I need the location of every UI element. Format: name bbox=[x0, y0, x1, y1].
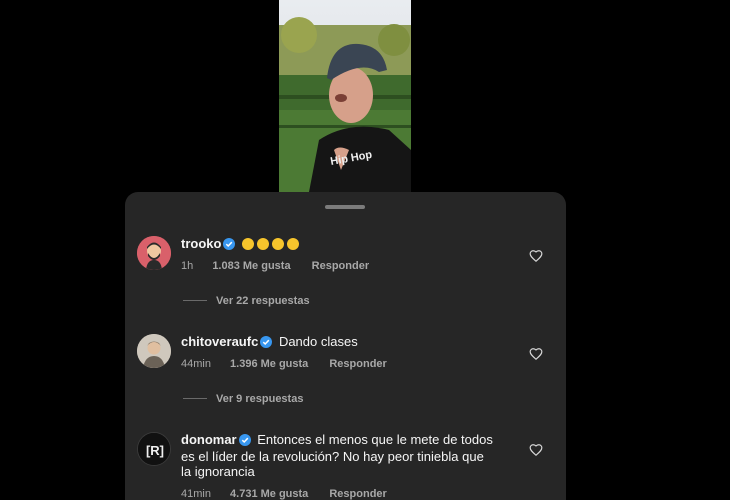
reply-button[interactable]: Responder bbox=[329, 358, 386, 370]
comment-username[interactable]: chitoveraufc bbox=[181, 334, 258, 349]
comment-meta: 1h 1.083 Me gusta Responder bbox=[181, 260, 511, 272]
likes-count[interactable]: 1.083 Me gusta bbox=[212, 260, 290, 272]
view-replies-label: Ver 22 respuestas bbox=[216, 295, 310, 307]
man-photo-avatar[interactable] bbox=[137, 334, 171, 368]
avatar-logo-text: [R] bbox=[146, 443, 164, 458]
view-replies-button[interactable]: Ver 22 respuestas bbox=[183, 295, 310, 307]
comment-meta: 44min 1.396 Me gusta Responder bbox=[181, 358, 511, 370]
verified-badge-icon bbox=[238, 434, 251, 449]
bearded-man-avatar[interactable] bbox=[137, 236, 171, 270]
comment-text-line-1: Entonces el menos que le mete de todos bbox=[257, 432, 493, 447]
drag-handle[interactable] bbox=[325, 205, 365, 209]
heart-icon[interactable] bbox=[529, 443, 543, 457]
comment-username[interactable]: trooko bbox=[181, 236, 221, 251]
likes-count[interactable]: 1.396 Me gusta bbox=[230, 358, 308, 370]
comment-text-line-2: es el líder de la revolución? No hay peo… bbox=[181, 449, 484, 464]
replies-divider bbox=[183, 398, 207, 399]
verified-badge-icon bbox=[260, 336, 273, 351]
comment-body: trooko 1h 1.083 Me gusta Responder bbox=[181, 236, 511, 272]
verified-badge-icon bbox=[223, 238, 236, 253]
heart-icon[interactable] bbox=[529, 347, 543, 361]
emoji-astonished-icon bbox=[242, 238, 255, 250]
view-replies-label: Ver 9 respuestas bbox=[216, 393, 304, 405]
comment-body: donomar Entonces el menos que le mete de… bbox=[181, 432, 516, 500]
emoji-laughing-icon bbox=[257, 238, 270, 250]
reply-button[interactable]: Responder bbox=[312, 260, 369, 272]
reply-button[interactable]: Responder bbox=[329, 488, 386, 500]
comment-time: 41min bbox=[181, 488, 211, 500]
comments-sheet: trooko 1h 1.083 Me gusta Responder Ver 2… bbox=[125, 192, 566, 500]
comment-username[interactable]: donomar bbox=[181, 432, 237, 447]
comment-body: chitoveraufc Dando clases 44min 1.396 Me… bbox=[181, 334, 511, 370]
video-frame-image: Hip Hop bbox=[279, 0, 411, 192]
comment-text: Dando clases bbox=[278, 334, 358, 349]
comment-meta: 41min 4.731 Me gusta Responder bbox=[181, 488, 516, 500]
comment-time: 44min bbox=[181, 358, 211, 370]
view-replies-button[interactable]: Ver 9 respuestas bbox=[183, 393, 303, 405]
heart-icon[interactable] bbox=[529, 249, 543, 263]
likes-count[interactable]: 4.731 Me gusta bbox=[230, 488, 308, 500]
r-logo-avatar[interactable]: [R] bbox=[137, 432, 171, 466]
comment-text-line-3: la ignorancia bbox=[181, 464, 255, 479]
comment-time: 1h bbox=[181, 260, 194, 272]
replies-divider bbox=[183, 300, 207, 301]
video-thumbnail[interactable]: Hip Hop bbox=[279, 0, 411, 192]
emoji-neutral-icon bbox=[287, 238, 300, 250]
emoji-hand-over-mouth-icon bbox=[272, 238, 285, 250]
